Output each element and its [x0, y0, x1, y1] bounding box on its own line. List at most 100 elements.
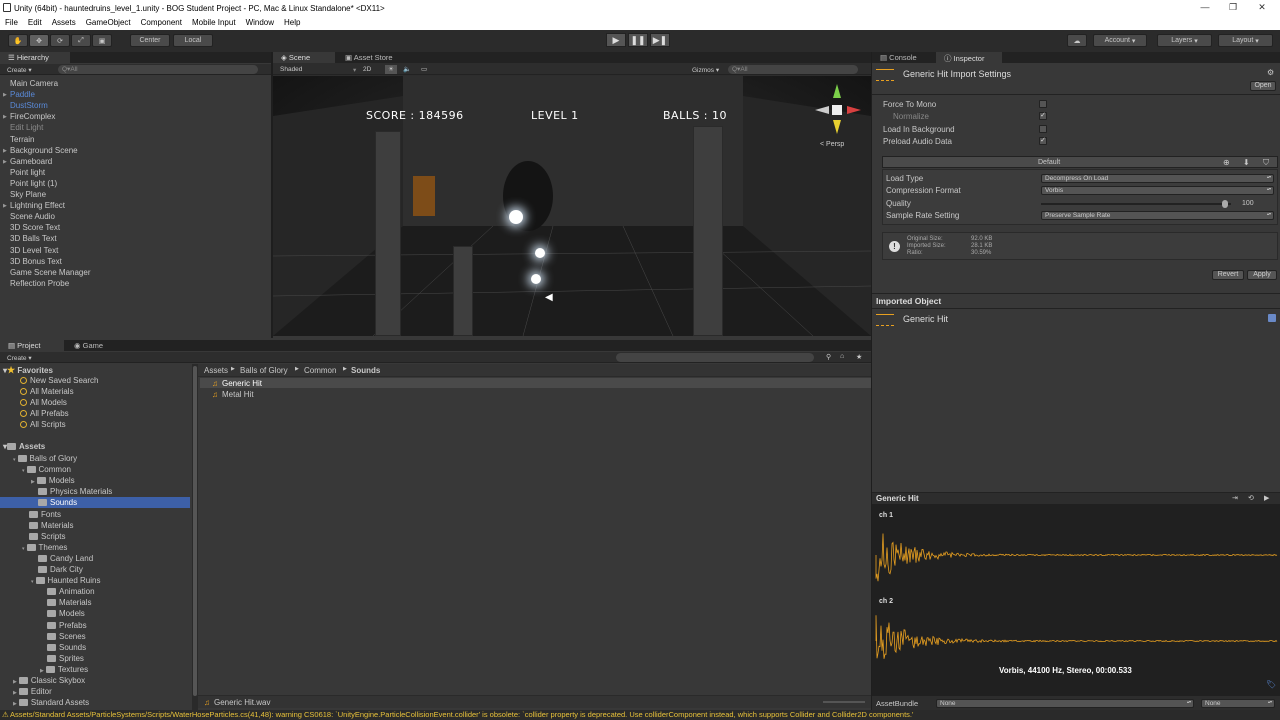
icon-size-slider[interactable] — [823, 701, 865, 703]
camera-icon[interactable] — [535, 248, 545, 258]
gizmos-dropdown[interactable]: Gizmos ▾ — [692, 66, 719, 74]
layout-dropdown[interactable]: Layout ▾ — [1218, 34, 1273, 47]
light-icon[interactable] — [531, 274, 541, 284]
pause-button[interactable]: ❚❚ — [628, 33, 648, 47]
revert-button[interactable]: Revert — [1212, 270, 1244, 280]
expand-arrow-icon[interactable]: ▶ — [31, 479, 35, 485]
menu-assets[interactable]: Assets — [52, 18, 76, 30]
expand-arrow-icon[interactable]: ▶ — [3, 114, 7, 120]
tag-icon[interactable]: 🏷 — [1266, 680, 1276, 689]
force-mono-checkbox[interactable] — [1039, 100, 1047, 108]
file-row[interactable]: ♫ Metal Hit — [200, 389, 871, 399]
tab-hierarchy[interactable]: ☰ Hierarchy — [0, 52, 70, 63]
filter-type-icon[interactable]: ⚲ — [826, 353, 831, 361]
preview-play-icon[interactable]: ▶ — [1264, 494, 1269, 502]
preview-autoplay-icon[interactable]: ⟲ — [1248, 494, 1254, 502]
tree-folder[interactable]: Scenes — [40, 632, 86, 641]
layers-dropdown[interactable]: Layers ▾ — [1157, 34, 1212, 47]
hierarchy-item[interactable]: Game Scene Manager — [10, 268, 91, 277]
assets-heading[interactable]: ▾ Assets — [3, 442, 45, 451]
hierarchy-item[interactable]: Edit Light — [10, 123, 43, 132]
tree-folder[interactable]: Prefabs — [40, 621, 87, 630]
project-search-input[interactable] — [616, 353, 814, 362]
tree-folder[interactable]: Sounds — [40, 643, 86, 652]
hierarchy-item[interactable]: Paddle — [10, 90, 35, 99]
expand-arrow-icon[interactable]: ▾ — [13, 457, 16, 463]
favorites-heading[interactable]: ▾★ Favorites — [3, 365, 53, 376]
account-dropdown[interactable]: Account ▾ — [1093, 34, 1147, 47]
hierarchy-item[interactable]: 3D Score Text — [10, 223, 60, 232]
scene-viewport[interactable]: SCORE : 184596 LEVEL 1 BALLS : 10 ◀ < Pe… — [273, 76, 871, 336]
expand-arrow-icon[interactable]: ▶ — [40, 668, 44, 674]
scene-search-input[interactable]: Q▾All — [728, 65, 858, 74]
tree-folder[interactable]: ▾ Haunted Ruins — [31, 576, 100, 585]
pivot-center-button[interactable]: Center — [130, 34, 170, 47]
tab-project[interactable]: ▤ Project — [0, 340, 64, 351]
file-row-selected[interactable]: ♫ Generic Hit — [200, 378, 871, 388]
hierarchy-item[interactable]: Reflection Probe — [10, 279, 69, 288]
rect-tool-icon[interactable]: ▣ — [92, 34, 112, 47]
tree-folder[interactable]: Models — [40, 609, 85, 618]
html5-platform-icon[interactable]: ⛉ — [1263, 158, 1269, 168]
tree-folder[interactable]: Physics Materials — [31, 487, 112, 496]
favorite-item[interactable]: New Saved Search — [20, 376, 98, 385]
tree-folder[interactable]: Materials — [22, 521, 73, 530]
expand-arrow-icon[interactable]: ▶ — [13, 679, 17, 685]
favorite-item[interactable]: All Scripts — [20, 420, 66, 429]
apply-button[interactable]: Apply — [1247, 270, 1277, 280]
tree-folder[interactable]: Candy Land — [31, 554, 93, 563]
favorite-item[interactable]: All Prefabs — [20, 409, 69, 418]
tree-folder[interactable]: Sprites — [40, 654, 84, 663]
status-bar[interactable]: ⚠ Assets/Standard Assets/ParticleSystems… — [0, 710, 1280, 720]
quality-value-field[interactable]: 100 — [1239, 199, 1275, 208]
audio-source-icon[interactable]: ◀ — [545, 292, 553, 303]
menu-mobile-input[interactable]: Mobile Input — [192, 18, 236, 30]
quality-slider[interactable] — [1041, 200, 1231, 208]
scene-gizmo-icon[interactable] — [813, 84, 863, 144]
tree-folder[interactable]: ▶ Textures — [40, 665, 88, 674]
tree-folder[interactable]: ▶ Editor — [13, 687, 52, 696]
tab-asset-store[interactable]: ▣ Asset Store — [337, 52, 407, 63]
expand-arrow-icon[interactable]: ▶ — [13, 690, 17, 696]
breadcrumb-common[interactable]: Common — [304, 366, 336, 375]
menu-gameobject[interactable]: GameObject — [86, 18, 131, 30]
move-tool-icon[interactable]: ✥ — [29, 34, 49, 47]
compression-dropdown[interactable]: Vorbis — [1041, 186, 1274, 195]
point-light-icon[interactable] — [509, 210, 523, 224]
expand-arrow-icon[interactable]: ▶ — [13, 701, 17, 707]
tree-scrollbar[interactable] — [192, 364, 198, 710]
expand-arrow-icon[interactable]: ▶ — [3, 159, 7, 165]
breadcrumb-sounds[interactable]: Sounds — [351, 366, 380, 375]
cloud-icon[interactable]: ☁ — [1067, 34, 1087, 47]
quality-slider-knob[interactable] — [1222, 200, 1229, 208]
tree-folder[interactable]: ▶ Models — [31, 476, 75, 485]
space-local-button[interactable]: Local — [173, 34, 213, 47]
hierarchy-item[interactable]: Sky Plane — [10, 190, 46, 199]
breadcrumb-assets[interactable]: Assets — [204, 366, 228, 375]
audio-toggle-icon[interactable]: 🔈 — [403, 65, 411, 73]
favorite-item[interactable]: All Models — [20, 398, 67, 407]
menu-file[interactable]: File — [5, 18, 18, 30]
object-help-icon[interactable] — [1268, 314, 1276, 322]
favorite-icon[interactable]: ★ — [856, 353, 862, 361]
rotate-tool-icon[interactable]: ⟳ — [50, 34, 70, 47]
expand-arrow-icon[interactable]: ▾ — [22, 546, 25, 552]
hierarchy-item[interactable]: Point light — [10, 168, 45, 177]
hierarchy-item[interactable]: Lightning Effect — [10, 201, 65, 210]
favorite-item[interactable]: All Materials — [20, 387, 74, 396]
settings-gear-icon[interactable]: ⚙ — [1267, 68, 1274, 77]
expand-arrow-icon[interactable]: ▶ — [3, 92, 7, 98]
hierarchy-item[interactable]: Gameboard — [10, 157, 52, 166]
platform-default-tab[interactable]: Default — [1038, 159, 1060, 166]
tree-folder[interactable]: Materials — [40, 598, 91, 607]
expand-arrow-icon[interactable]: ▾ — [31, 579, 34, 585]
restore-icon[interactable]: ❐ — [1226, 2, 1240, 14]
hierarchy-item[interactable]: Scene Audio — [10, 212, 55, 221]
hierarchy-item[interactable]: Terrain — [10, 135, 34, 144]
asset-bundle-variant-dropdown[interactable]: None — [1201, 699, 1275, 708]
close-icon[interactable]: ✕ — [1255, 2, 1269, 14]
sample-rate-dropdown[interactable]: Preserve Sample Rate — [1041, 211, 1274, 220]
hierarchy-item[interactable]: 3D Balls Text — [10, 234, 57, 243]
lighting-toggle-icon[interactable]: ☀ — [385, 65, 397, 74]
asset-bundle-dropdown[interactable]: None — [936, 699, 1194, 708]
